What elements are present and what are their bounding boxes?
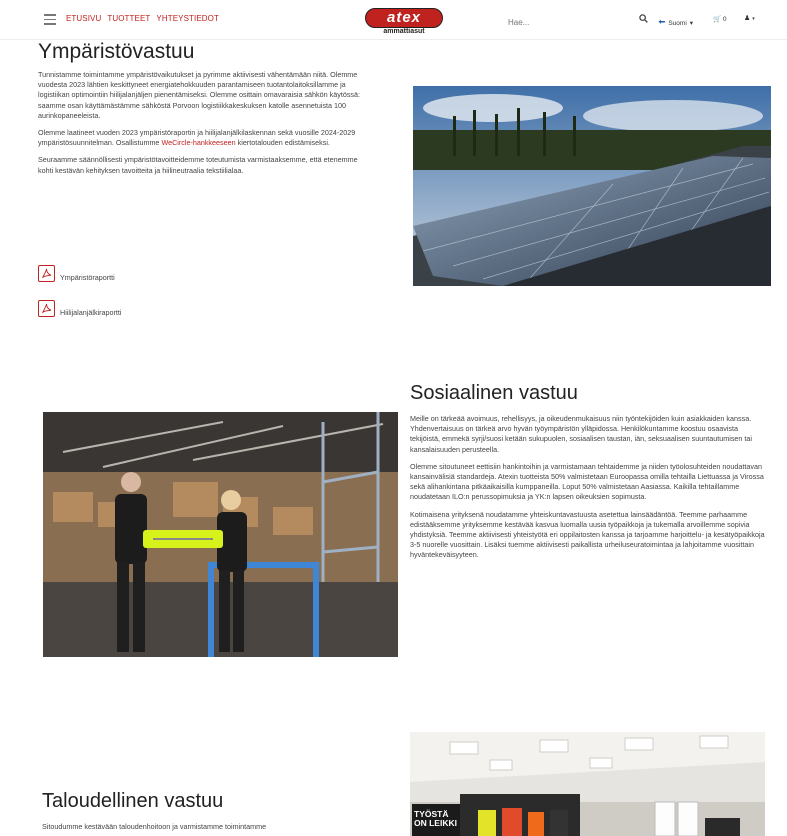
- chevron-down-icon: ▾: [689, 20, 694, 27]
- pdf-icon: [38, 300, 55, 317]
- menu-icon[interactable]: [44, 14, 56, 25]
- environment-paragraph-2: Olemme laatineet vuoden 2023 ympäristöra…: [38, 128, 363, 148]
- pdf-icon: [38, 265, 55, 282]
- social-paragraph-2: Olemme sitoutuneet eettisiin hankintoihi…: [410, 461, 764, 502]
- environment-paragraph-2-end: kiertotalouden edistämiseksi.: [235, 138, 330, 148]
- search-icon[interactable]: [639, 14, 648, 25]
- search-input[interactable]: [508, 14, 626, 31]
- environment-title: Ympäristövastuu: [38, 40, 195, 63]
- atex-logo[interactable]: atex ammattiasut: [365, 8, 443, 40]
- solar-panels-image: [413, 86, 771, 286]
- language-label: Suomi: [668, 19, 687, 27]
- social-title: Sosiaalinen vastuu: [410, 382, 578, 404]
- economic-title: Taloudellinen vastuu: [42, 790, 224, 812]
- warehouse-image: [43, 412, 398, 657]
- cart-count: 0: [722, 16, 727, 23]
- wecircle-link[interactable]: WeCircle-hankkeeseen: [161, 138, 235, 147]
- nav-tuotteet[interactable]: TUOTTEET: [107, 14, 150, 23]
- carbon-report-label: Hiilijalanjälkiraportti: [60, 308, 122, 317]
- user-menu[interactable]: ♟ ▾: [744, 14, 755, 22]
- flag-icon: 🠨: [658, 17, 666, 27]
- environment-text: Tunnistamme toimintamme ympäristövaikutu…: [38, 70, 363, 183]
- nav-yhteystiedot[interactable]: YHTEYSTIEDOT: [156, 14, 219, 23]
- store-banner: TYÖSTÄ ON LEIKKI: [414, 810, 457, 828]
- logo-subtitle: ammattiasut: [383, 28, 425, 35]
- social-text: Meille on tärkeää avoimuus, rehellisyys,…: [410, 414, 768, 568]
- search-box: [508, 12, 648, 31]
- environment-paragraph-3: Seuraamme säännöllisesti ympäristötavoit…: [38, 155, 358, 175]
- social-paragraph-3: Kotimaisena yrityksenä noudatamme yhteis…: [410, 509, 765, 560]
- social-paragraph-1: Meille on tärkeää avoimuus, rehellisyys,…: [410, 414, 752, 454]
- environment-paragraph-1: Tunnistamme toimintamme ympäristövaikutu…: [38, 70, 360, 120]
- site-header: ETUSIVU TUOTTEET YHTEYSTIEDOT atex ammat…: [0, 0, 787, 40]
- nav-etusivu[interactable]: ETUSIVU: [66, 14, 101, 23]
- economic-text: Sitoudumme kestävään taloudenhoitoon ja …: [42, 822, 372, 836]
- main-nav: ETUSIVU TUOTTEET YHTEYSTIEDOT: [66, 14, 219, 23]
- cart-button[interactable]: 🛒 0: [713, 15, 727, 23]
- user-icon: ♟: [744, 15, 751, 22]
- economic-paragraph-1: Sitoudumme kestävään taloudenhoitoon ja …: [42, 822, 267, 831]
- logo-badge: atex: [365, 8, 443, 28]
- cart-icon: 🛒: [713, 16, 722, 23]
- carbon-report-link[interactable]: Hiilijalanjälkiraportti: [38, 300, 122, 317]
- store-image: TYÖSTÄ ON LEIKKI: [410, 732, 765, 836]
- language-selector[interactable]: 🠨 Suomi ▾: [658, 15, 693, 31]
- store-banner-line-2: ON LEIKKI: [414, 818, 457, 828]
- environment-report-label: Ympäristöraportti: [60, 273, 115, 282]
- chevron-down-icon: ▾: [752, 16, 755, 22]
- environment-report-link[interactable]: Ympäristöraportti: [38, 265, 115, 282]
